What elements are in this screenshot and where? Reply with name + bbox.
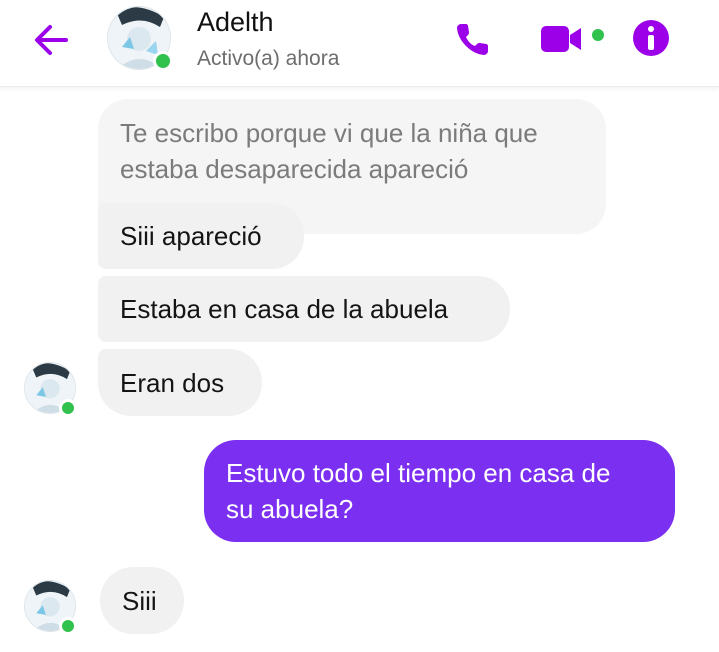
info-button[interactable] — [631, 18, 671, 58]
video-active-dot — [592, 29, 604, 41]
online-indicator — [59, 617, 77, 635]
contact-status: Activo(a) ahora — [197, 47, 340, 70]
message-bubble-sent[interactable]: Estuvo todo el tiempo en casa de su abue… — [204, 440, 675, 542]
message-bubble-received[interactable]: Siii apareció — [98, 203, 304, 269]
contact-name[interactable]: Adelth — [197, 7, 274, 38]
message-bubble-received[interactable]: Estaba en casa de la abuela — [98, 276, 510, 342]
message-bubble-received[interactable]: Eran dos — [98, 349, 262, 416]
video-call-button[interactable] — [540, 22, 588, 56]
video-camera-icon — [541, 26, 581, 52]
phone-icon — [457, 24, 488, 55]
back-button[interactable] — [30, 20, 74, 60]
info-icon — [633, 20, 669, 56]
online-indicator — [153, 51, 173, 71]
message-bubble-received[interactable]: Siii — [100, 567, 184, 634]
arrow-left-icon — [35, 25, 68, 55]
online-indicator — [59, 399, 77, 417]
chat-header: Adelth Activo(a) ahora — [0, 0, 719, 87]
call-button[interactable] — [452, 18, 494, 60]
